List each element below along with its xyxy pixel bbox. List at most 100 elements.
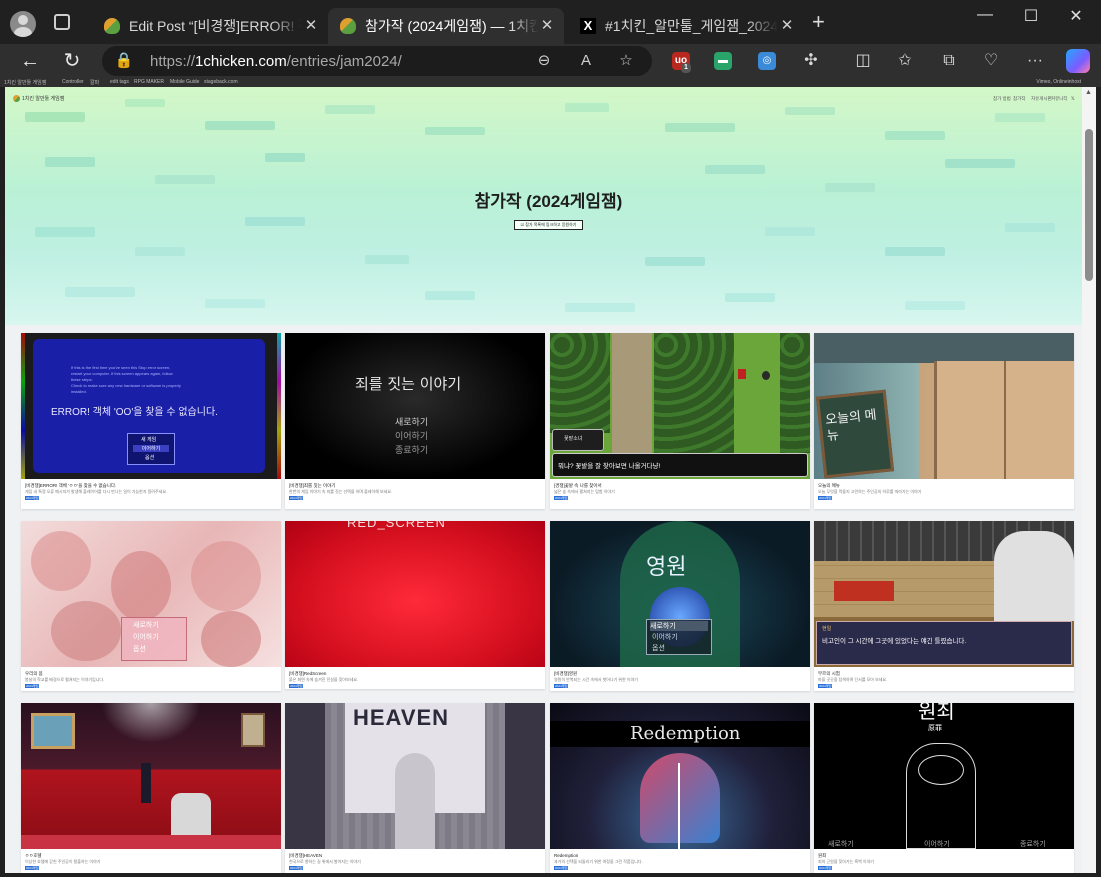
entry-thumbnail[interactable]: If this is the first time you've seen th… [21, 333, 281, 479]
entry-tag[interactable]: 2024게임잼 [554, 496, 568, 500]
tab-x-search[interactable]: X #1치킨_알만툴_게임잼_2024 - 검 ✕ [568, 8, 804, 44]
entry-card[interactable]: 현일 비고인이 그 시간에 그곳에 있었다는 얘긴 틀렸습니다. 무르의 시험 … [814, 521, 1074, 691]
entry-tag[interactable]: 2024게임잼 [818, 684, 832, 688]
entry-description: 마을 곳곳을 탐색하며 단서를 모아 보세요. [818, 677, 888, 682]
entry-tag[interactable]: 2024게임잼 [289, 496, 303, 500]
copilot-icon[interactable] [1066, 49, 1090, 73]
close-tab-icon[interactable]: ✕ [302, 17, 320, 35]
screen-title: 영원 [646, 554, 687, 579]
entry-description: 붉은 화면 속에 숨겨진 진실을 찾아보세요. [289, 677, 359, 682]
nav-item[interactable]: 커뮤니티 [1051, 96, 1068, 102]
nav-item[interactable]: 자유게시판 [1031, 96, 1052, 102]
entry-thumbnail[interactable]: 꽃밭소녀 뭐냐? 꽃밭을 잘 찾아보면 나올거다냥! [550, 333, 810, 479]
refresh-icon[interactable]: ↻ [58, 48, 86, 74]
scroll-up-arrow-icon[interactable]: ▲ [1085, 89, 1092, 96]
entry-card[interactable]: Redemption Redemption 과거의 선택을 되돌리기 위한 여정… [550, 703, 810, 873]
minimize-button[interactable]: — [962, 6, 1008, 24]
workspaces-icon[interactable] [54, 14, 70, 30]
close-window-button[interactable]: ✕ [1053, 6, 1099, 26]
read-aloud-icon[interactable]: A [576, 51, 596, 71]
entry-card[interactable]: If this is the first time you've seen th… [21, 333, 281, 509]
lock-icon[interactable]: 🔒 [114, 51, 134, 71]
back-arrow-icon[interactable]: ← [16, 48, 44, 74]
entry-thumbnail[interactable]: Redemption [550, 703, 810, 849]
bookmark-item[interactable]: Vimeo, Onlineinhost [1036, 79, 1081, 85]
chicken-favicon-icon [104, 18, 120, 34]
browser-essentials-icon[interactable]: ♡ [980, 50, 1002, 72]
page-scrollbar[interactable]: ▲ [1082, 87, 1096, 873]
extension-globe-icon[interactable]: ◎ [758, 52, 776, 70]
entry-card[interactable]: 죄를 짓는 이야기 새로하기 이어하기 종료하기 [비경쟁]죄를 짓는 이야기 … [285, 333, 545, 509]
bookmark-item[interactable]: Mobile Guide [170, 79, 199, 85]
twitter-icon[interactable]: 𝕏 [1071, 96, 1075, 102]
tab-title: Edit Post “[비경쟁]ERROR! 객체 ‘ [129, 18, 302, 34]
address-bar[interactable]: 🔒 https://1chicken.com/entries/jam2024/ … [102, 46, 652, 76]
bookmark-item[interactable]: RPG MAKER [134, 79, 164, 85]
entry-card[interactable]: 오늘의 메뉴 오늘의 메뉴 오늘 무엇을 먹을지 고민하는 주인공의 하루를 따… [814, 333, 1074, 509]
cheer-link-button[interactable]: ☑ 참가 목록에 링크하고 응원하기 [514, 220, 583, 230]
entry-tag[interactable]: 2024게임잼 [25, 496, 39, 500]
nav-item[interactable]: 참가 방법 [993, 96, 1011, 102]
url-text[interactable]: https://1chicken.com/entries/jam2024/ [150, 53, 402, 70]
entry-thumbnail[interactable]: 죄를 짓는 이야기 새로하기 이어하기 종료하기 [285, 333, 545, 479]
entry-thumbnail[interactable]: 오늘의 메뉴 [814, 333, 1074, 479]
tab-edit-post[interactable]: Edit Post “[비경쟁]ERROR! 객체 ‘ ✕ [92, 8, 328, 44]
bookmark-item[interactable]: edit tags [110, 79, 129, 85]
more-menu-icon[interactable]: ··· [1024, 50, 1046, 72]
bookmark-item[interactable]: 1치킨 알만툴 게임잼 [4, 79, 46, 86]
tab-entries[interactable]: 참가작 (2024게임잼) — 1치킨 알 ✕ [328, 8, 564, 44]
collections-icon[interactable]: ⧉ [938, 50, 960, 72]
bookmark-item[interactable]: 칼파 [90, 79, 99, 86]
tab-strip: Edit Post “[비경쟁]ERROR! 객체 ‘ ✕ 참가작 (2024게… [0, 0, 1101, 44]
profile-avatar[interactable] [10, 11, 36, 37]
entry-card[interactable]: RED_SCREEN [비경쟁]RedScreen 붉은 화면 속에 숨겨진 진… [285, 521, 545, 689]
page-viewport: 1치킨 알만툴 게임잼 참가 방법 참가작 자유게시판 커뮤니티 𝕏 참가작 (… [5, 87, 1082, 873]
entry-description: 오늘 무엇을 먹을지 고민하는 주인공의 하루를 따라가는 이야기 [818, 489, 922, 494]
favorite-star-icon[interactable]: ☆ [616, 51, 636, 71]
screen-title: 죄를 짓는 이야기 [355, 375, 462, 393]
close-tab-icon[interactable]: ✕ [778, 17, 796, 35]
entry-tag[interactable]: 2024게임잼 [289, 684, 303, 688]
entry-tag[interactable]: 2024게임잼 [554, 684, 568, 688]
entry-tag[interactable]: 2024게임잼 [554, 866, 568, 870]
split-screen-icon[interactable]: ◫ [852, 50, 874, 72]
new-tab-button[interactable]: + [812, 11, 825, 33]
entry-description: 과거의 선택을 되돌리기 위한 여정을 그린 작품입니다. [554, 859, 643, 864]
page-title: 참가작 (2024게임잼) [474, 192, 623, 211]
entry-thumbnail[interactable]: 현일 비고인이 그 시간에 그곳에 있었다는 얘긴 틀렸습니다. [814, 521, 1074, 667]
entry-card[interactable]: ㅇㅇ호텔 이상한 호텔에 갇힌 주인공이 탈출하는 이야기 2024게임잼 [21, 703, 281, 873]
bookmark-item[interactable]: stageback.com [204, 79, 238, 85]
entry-thumbnail[interactable]: 새로하기 이어하기 옵션 [21, 521, 281, 667]
x-favicon-icon: X [580, 18, 596, 34]
maximize-button[interactable]: ☐ [1008, 6, 1054, 26]
entry-card[interactable]: 원죄 原罪 새로하기 이어하기 종료하기 원죄 죄의 근원을 찾아가는 흑백 이… [814, 703, 1074, 873]
entry-card[interactable]: HEAVEN [비경쟁]HEAVEN 천국으로 향하는 길 위에서 벌어지는 이… [285, 703, 545, 873]
favorites-icon[interactable]: ✩ [894, 50, 916, 72]
entry-tag[interactable]: 2024게임잼 [818, 496, 832, 500]
entry-description: 이상한 호텔에 갇힌 주인공이 탈출하는 이야기 [25, 859, 101, 864]
entry-thumbnail[interactable]: RED_SCREEN [285, 521, 545, 667]
entry-thumbnail[interactable]: HEAVEN [285, 703, 545, 849]
entry-card[interactable]: 새로하기 이어하기 옵션 우리의 봄 봄날의 학교를 배경으로 펼쳐지는 이야기… [21, 521, 281, 691]
entry-description: 죄의 근원을 찾아가는 흑백 이야기 [818, 859, 874, 864]
entry-thumbnail[interactable]: 영원 새로하기 이어하기 옵션 [550, 521, 810, 667]
scrollbar-thumb[interactable] [1085, 129, 1093, 281]
entry-title[interactable]: Redemption [554, 853, 578, 858]
nav-item[interactable]: 참가작 [1013, 96, 1025, 102]
zoom-icon[interactable]: ⊖ [534, 51, 554, 71]
entry-tag[interactable]: 2024게임잼 [25, 684, 39, 688]
close-tab-icon[interactable]: ✕ [538, 17, 556, 35]
entry-tag[interactable]: 2024게임잼 [289, 866, 303, 870]
entry-thumbnail[interactable] [21, 703, 281, 849]
entry-description: 영원히 반복되는 시간 속에서 벗어나기 위한 이야기 [554, 677, 638, 682]
entry-card[interactable]: 영원 새로하기 이어하기 옵션 [비경쟁]영원 영원히 반복되는 시간 속에서 … [550, 521, 810, 691]
bookmark-item[interactable]: Controller [62, 79, 84, 85]
tab-title: 참가작 (2024게임잼) — 1치킨 알 [365, 18, 538, 34]
site-logo[interactable]: 1치킨 알만툴 게임잼 [13, 95, 64, 102]
entry-tag[interactable]: 2024게임잼 [818, 866, 832, 870]
extensions-puzzle-icon[interactable]: ✣ [800, 50, 822, 72]
entry-tag[interactable]: 2024게임잼 [25, 866, 39, 870]
entry-card[interactable]: 꽃밭소녀 뭐냐? 꽃밭을 잘 찾아보면 나올거다냥! [경쟁]꽃밭 속 나를 찾… [550, 333, 810, 509]
extension-wallet-icon[interactable]: ▬ [714, 52, 732, 70]
entry-thumbnail[interactable]: 원죄 原罪 새로하기 이어하기 종료하기 [814, 703, 1074, 849]
